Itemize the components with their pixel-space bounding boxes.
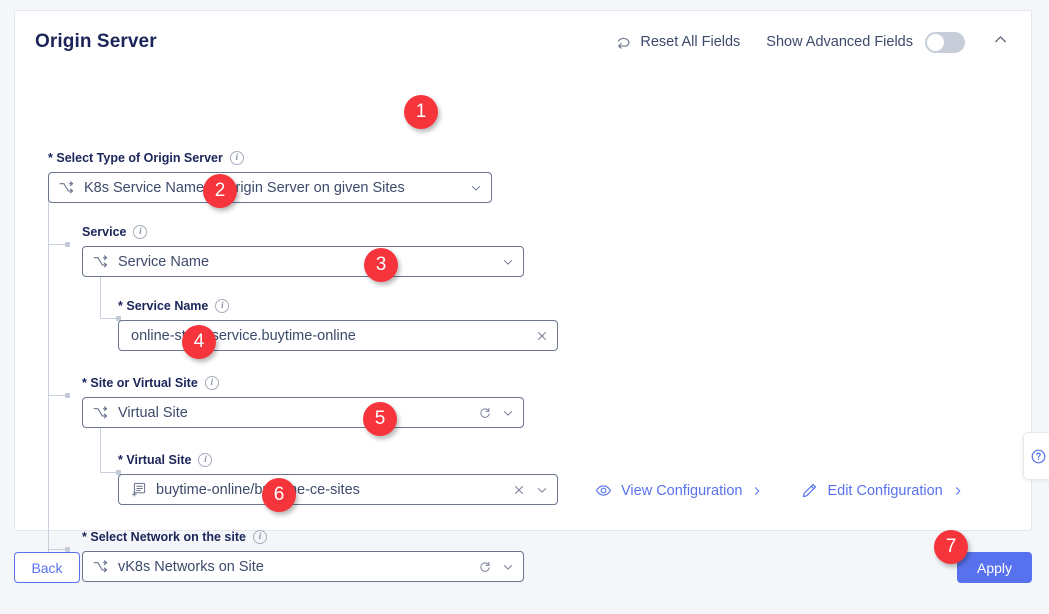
list-add-icon [130, 481, 147, 498]
info-icon[interactable]: i [229, 151, 244, 165]
field-label: Service i [82, 225, 524, 239]
header-actions: Reset All Fields Show Advanced Fields [615, 31, 1011, 53]
chevron-down-icon[interactable] [501, 560, 515, 574]
virtual-site-dropdown[interactable]: buytime-online/buytime-ce-sites [118, 474, 558, 505]
tree-branch-virtual-site [100, 472, 116, 473]
required-marker: * [118, 299, 123, 313]
pencil-icon [801, 482, 818, 499]
refresh-icon[interactable] [478, 406, 492, 420]
label-text: Site or Virtual Site [90, 376, 198, 390]
required-marker: * [82, 530, 87, 544]
shuffle-icon [92, 558, 109, 575]
tree-node-dot [65, 393, 70, 398]
field-service: Service i Service Name [82, 225, 524, 277]
control-actions [470, 406, 515, 420]
info-icon[interactable]: i [204, 376, 219, 390]
site-or-virtual-site-dropdown[interactable]: Virtual Site [82, 397, 524, 428]
label-text: Virtual Site [126, 453, 192, 467]
field-label: * Select Network on the site i [82, 530, 524, 544]
input-value: online-store-service.buytime-online [131, 327, 356, 344]
field-select-type-of-origin-server: * Select Type of Origin Server i K8s Ser… [48, 151, 492, 203]
control-actions [470, 560, 515, 574]
info-icon[interactable]: i [198, 453, 213, 467]
chevron-down-icon[interactable] [501, 255, 515, 269]
control-actions [461, 181, 483, 195]
control-actions [527, 329, 549, 343]
tree-subtrunk-site [100, 421, 101, 473]
origin-server-card: Origin Server Reset All Fields Show Adva… [14, 10, 1032, 582]
field-label: * Virtual Site i [118, 453, 558, 467]
select-network-dropdown[interactable]: vK8s Networks on Site [82, 551, 524, 582]
control-actions [493, 255, 515, 269]
required-marker: * [82, 376, 87, 390]
tree-node-dot [65, 242, 70, 247]
edit-configuration-label: Edit Configuration [827, 482, 943, 499]
field-label: * Select Type of Origin Server i [48, 151, 492, 165]
selected-value: vK8s Networks on Site [118, 558, 264, 575]
toggle-knob [927, 33, 944, 51]
field-label: * Site or Virtual Site i [82, 376, 524, 390]
chevron-down-icon[interactable] [501, 406, 515, 420]
info-icon[interactable]: i [215, 299, 230, 313]
info-icon[interactable]: i [133, 225, 148, 239]
reset-arrow-icon [615, 34, 632, 51]
field-site-or-virtual-site: * Site or Virtual Site i Virtual Site [82, 376, 524, 428]
selected-value: Virtual Site [118, 404, 188, 421]
label-text: Service [82, 225, 127, 239]
page-title: Origin Server [35, 31, 157, 52]
service-name-input[interactable]: online-store-service.buytime-online [118, 320, 558, 351]
tree-branch-network [48, 549, 65, 550]
reset-all-fields-button[interactable]: Reset All Fields [615, 34, 740, 51]
help-button[interactable] [1023, 432, 1049, 480]
field-label: * Service Name i [118, 299, 558, 313]
question-circle-icon [1030, 448, 1047, 465]
tree-branch-site [48, 395, 65, 396]
collapse-section-button[interactable] [989, 31, 1011, 53]
tree-trunk-line [48, 191, 49, 559]
close-icon[interactable] [535, 329, 549, 343]
view-configuration-link[interactable]: View Configuration [595, 482, 763, 499]
info-icon[interactable]: i [252, 530, 267, 544]
shuffle-icon [58, 179, 75, 196]
chevron-down-icon[interactable] [469, 181, 483, 195]
apply-button[interactable]: Apply [957, 552, 1032, 583]
show-advanced-fields-label: Show Advanced Fields [766, 34, 913, 50]
eye-icon [595, 482, 612, 499]
chevron-right-icon [952, 485, 964, 497]
label-text: Service Name [126, 299, 209, 313]
origin-server-page: Origin Server Reset All Fields Show Adva… [0, 0, 1049, 614]
shuffle-icon [92, 404, 109, 421]
required-marker: * [118, 453, 123, 467]
close-icon[interactable] [512, 483, 526, 497]
configuration-links: View Configuration Edit Configuration [595, 482, 964, 499]
view-configuration-label: View Configuration [621, 482, 743, 499]
chevron-up-icon [992, 31, 1009, 53]
show-advanced-fields-toggle[interactable] [925, 31, 965, 53]
back-button[interactable]: Back [14, 552, 80, 583]
reset-all-fields-label: Reset All Fields [640, 34, 741, 50]
selected-value: Service Name [118, 253, 210, 270]
service-dropdown[interactable]: Service Name [82, 246, 524, 277]
tree-branch-service [48, 244, 65, 245]
field-select-network-on-the-site: * Select Network on the site i vK8s Netw… [82, 530, 524, 582]
selected-value: buytime-online/buytime-ce-sites [156, 481, 360, 498]
label-text: Select Network on the site [90, 530, 246, 544]
select-type-of-origin-server-dropdown[interactable]: K8s Service Name of Origin Server on giv… [48, 172, 492, 203]
card-header: Origin Server Reset All Fields Show Adva… [15, 11, 1031, 73]
field-virtual-site: * Virtual Site i buytime-online/buytime-… [118, 453, 558, 505]
shuffle-icon [92, 253, 109, 270]
chevron-down-icon[interactable] [535, 483, 549, 497]
required-marker: * [48, 151, 53, 165]
edit-configuration-link[interactable]: Edit Configuration [801, 482, 963, 499]
label-text: Select Type of Origin Server [56, 151, 223, 165]
field-service-name: * Service Name i online-store-service.bu… [118, 299, 558, 351]
tree-branch-service-name [100, 318, 116, 319]
selected-value: K8s Service Name of Origin Server on giv… [84, 179, 405, 196]
control-actions [504, 483, 549, 497]
refresh-icon[interactable] [478, 560, 492, 574]
chevron-right-icon [751, 485, 763, 497]
